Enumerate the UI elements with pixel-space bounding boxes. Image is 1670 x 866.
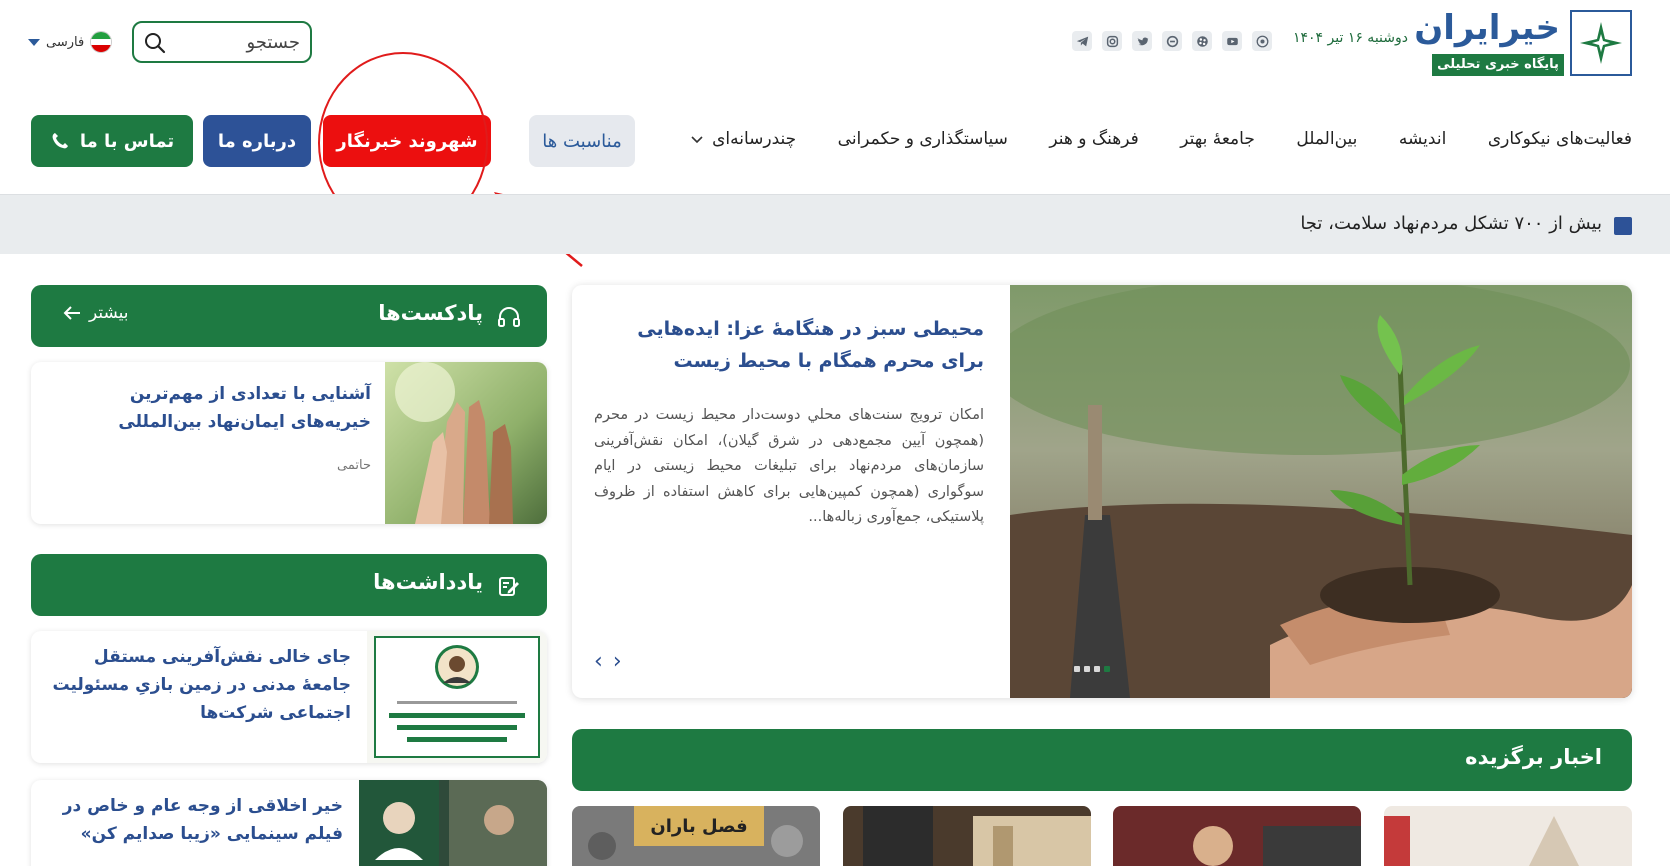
search-input[interactable] xyxy=(180,29,300,55)
featured-news-image-4 xyxy=(1384,806,1632,866)
search-box xyxy=(132,21,312,63)
podcasts-title: پادکست‌ها xyxy=(378,301,483,325)
slider-dot[interactable] xyxy=(1084,666,1090,672)
more-label: بیشتر xyxy=(89,303,129,323)
telegram-icon[interactable] xyxy=(1072,31,1092,51)
headphones-icon xyxy=(498,307,520,327)
nav-item-thought[interactable]: اندیشه xyxy=(1399,129,1446,149)
nav-item-policy-governance[interactable]: سیاستگذاری و حکمرانی xyxy=(838,129,1008,149)
site-logo[interactable]: خیرایران پایگاه خبری تحلیلی xyxy=(1414,8,1632,78)
search-icon[interactable] xyxy=(144,32,166,54)
feature-title[interactable]: محیطی سبز در هنگامهٔ عزا: ایده‌هایی برای… xyxy=(594,313,984,377)
about-us-button[interactable]: درباره ما xyxy=(203,115,311,167)
featured-news-image-1: فصل باران xyxy=(572,806,820,866)
contact-us-button[interactable]: تماس با ما xyxy=(31,115,193,167)
iran-flag-icon xyxy=(90,31,113,53)
eitaa-icon[interactable] xyxy=(1162,31,1182,51)
arrow-left-icon xyxy=(63,306,80,320)
note-thumbnail-2 xyxy=(359,780,547,866)
language-label: فارسی xyxy=(46,34,85,50)
podcast-title[interactable]: آشنایی با تعدادی از مهم‌ترین خیریه‌های ا… xyxy=(51,380,371,436)
featured-news-thumb-4[interactable] xyxy=(1384,806,1632,866)
slider-dot-active[interactable] xyxy=(1104,666,1110,672)
featured-news-title: اخبار برگزیده xyxy=(1465,745,1602,769)
chevron-down-icon xyxy=(691,136,703,144)
chevron-left-icon[interactable]: ‹ xyxy=(594,651,603,673)
nav-item-international[interactable]: بین‌الملل xyxy=(1296,129,1357,149)
podcasts-more-link[interactable]: بیشتر xyxy=(63,303,129,323)
aparat-icon[interactable] xyxy=(1192,31,1212,51)
logo-emblem-icon xyxy=(1570,10,1632,76)
featured-news-thumb-3[interactable] xyxy=(1113,806,1361,866)
podcast-card[interactable]: آشنایی با تعدادی از مهم‌ترین خیریه‌های ا… xyxy=(31,362,547,524)
note-thumbnail-1 xyxy=(367,631,547,763)
featured-slider: محیطی سبز در هنگامهٔ عزا: ایده‌هایی برای… xyxy=(572,285,1632,698)
nav-item-multimedia[interactable]: چندرسانه‌ای xyxy=(690,129,796,149)
featured-news-thumb-2[interactable] xyxy=(843,806,1091,866)
slider-dot[interactable] xyxy=(1074,666,1080,672)
podcasts-header: پادکست‌ها بیشتر xyxy=(31,285,547,347)
news-ticker: بیش از ۷۰۰ تشکل مردم‌نهاد سلامت، تجا xyxy=(0,194,1670,254)
podcast-thumbnail xyxy=(385,362,547,524)
nav-item-charity-activities[interactable]: فعالیت‌های نیکوکاری xyxy=(1488,129,1632,149)
edit-note-icon xyxy=(499,577,519,596)
featured-news-image-2 xyxy=(843,806,1091,866)
note-title-1[interactable]: جای خالی نقش‌آفرینی مستقل جامعهٔ مدنی در… xyxy=(51,643,351,727)
note-title-2[interactable]: خیر اخلاقی از وجه عام و خاص در فیلم سینم… xyxy=(53,792,343,848)
slider-controls: ‹ › xyxy=(594,651,622,673)
note-card-2[interactable]: خیر اخلاقی از وجه عام و خاص در فیلم سینم… xyxy=(31,780,547,866)
note-card-1[interactable]: جای خالی نقش‌آفرینی مستقل جامعهٔ مدنی در… xyxy=(31,631,547,763)
language-selector[interactable]: فارسی xyxy=(28,30,113,54)
logo-subtitle: پایگاه خبری تحلیلی xyxy=(1432,54,1564,76)
twitter-icon[interactable] xyxy=(1132,31,1152,51)
notes-title: یادداشت‌ها xyxy=(373,570,483,594)
occasions-button[interactable]: مناسبت ها xyxy=(529,115,635,167)
social-links xyxy=(1072,31,1272,53)
rubika-icon[interactable] xyxy=(1252,31,1272,51)
nav-item-better-society[interactable]: جامعهٔ بهتر xyxy=(1180,129,1255,149)
thumb-1-label: فصل باران xyxy=(650,816,747,837)
chevron-right-icon[interactable]: › xyxy=(613,651,622,673)
chevron-down-icon xyxy=(28,38,40,46)
instagram-icon[interactable] xyxy=(1102,31,1122,51)
contact-us-label: تماس با ما xyxy=(79,130,175,152)
main-nav: فعالیت‌های نیکوکاری اندیشه بین‌الملل جام… xyxy=(690,124,1632,154)
featured-news-image-3 xyxy=(1113,806,1361,866)
nav-item-multimedia-label: چندرسانه‌ای xyxy=(712,129,797,149)
featured-news-header: اخبار برگزیده xyxy=(572,729,1632,791)
ticker-text[interactable]: بیش از ۷۰۰ تشکل مردم‌نهاد سلامت، تجا xyxy=(1300,213,1602,234)
slider-dot[interactable] xyxy=(1094,666,1100,672)
feature-image[interactable] xyxy=(1010,285,1632,698)
ticker-square-icon xyxy=(1614,217,1632,235)
youtube-icon[interactable] xyxy=(1222,31,1242,51)
nav-item-culture-art[interactable]: فرهنگ و هنر xyxy=(1049,129,1138,149)
featured-news-thumb-1[interactable]: فصل باران xyxy=(572,806,820,866)
slider-dots xyxy=(1074,666,1110,672)
logo-title: خیرایران xyxy=(1414,8,1561,48)
phone-icon xyxy=(52,133,68,149)
feature-excerpt: امکان ترویج سنت‌های محلي دوست‌دار محیط ز… xyxy=(594,407,984,525)
notes-header: یادداشت‌ها xyxy=(31,554,547,616)
podcast-author: حاتمی xyxy=(337,458,371,473)
